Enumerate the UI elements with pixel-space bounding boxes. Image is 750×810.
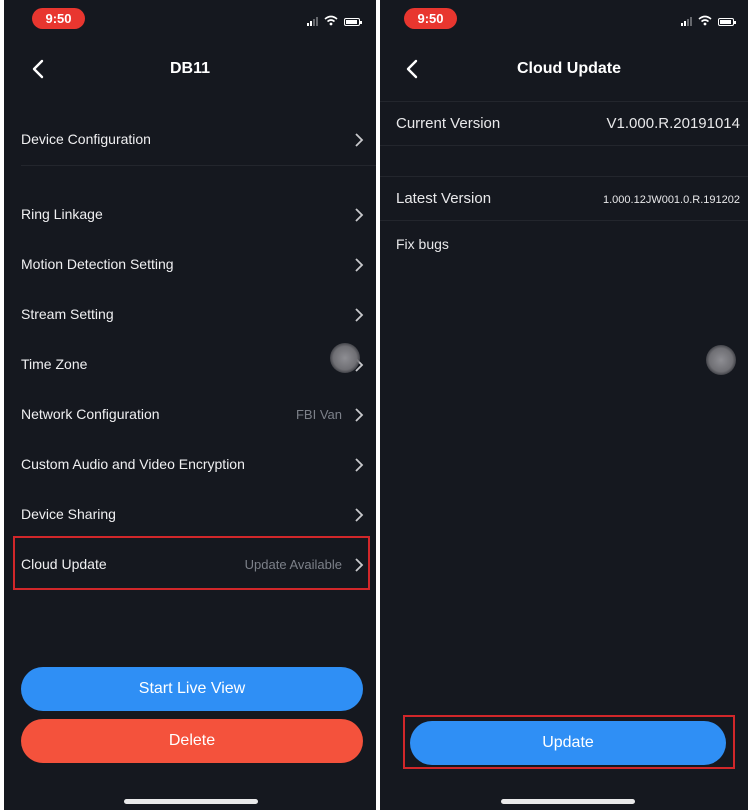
divider <box>21 165 376 166</box>
release-notes: Fix bugs <box>396 236 449 252</box>
touch-indicator <box>330 343 360 373</box>
latest-version-value: 1.000.12JW001.0.R.191202 <box>603 194 740 206</box>
menu-item-label: Network Configuration <box>21 406 160 422</box>
latest-version-row: Latest Version 1.000.12JW001.0.R.191202 <box>380 176 748 220</box>
battery-icon <box>718 18 736 26</box>
status-icons <box>681 12 736 26</box>
chevron-right-icon <box>355 258 364 272</box>
nav-bar: DB11 <box>4 50 376 90</box>
menu-item-time-zone[interactable]: Time Zone <box>4 340 376 390</box>
wifi-icon <box>698 15 712 26</box>
menu-item-device-sharing[interactable]: Device Sharing <box>4 490 376 540</box>
chevron-right-icon <box>355 408 364 422</box>
latest-version-label: Latest Version <box>396 190 492 207</box>
page-title: DB11 <box>169 60 211 77</box>
status-time: 9:50 <box>404 8 457 29</box>
signal-icon <box>681 16 692 26</box>
chevron-right-icon <box>355 133 364 147</box>
home-indicator[interactable] <box>124 799 258 804</box>
menu-item-custom-encryption[interactable]: Custom Audio and Video Encryption <box>4 440 376 490</box>
device-settings-screen: 9:50 DB11 Device Configuration Ring Link… <box>4 0 376 810</box>
menu-item-label: Motion Detection Setting <box>21 256 174 272</box>
delete-button[interactable]: Delete <box>21 719 363 763</box>
battery-icon <box>344 18 362 26</box>
wifi-icon <box>324 15 338 26</box>
cloud-update-highlight-box <box>13 536 370 590</box>
menu-item-label: Time Zone <box>21 356 88 372</box>
touch-indicator <box>706 345 736 375</box>
menu-item-device-configuration[interactable]: Device Configuration <box>4 115 376 165</box>
chevron-right-icon <box>355 308 364 322</box>
menu-item-network-configuration[interactable]: Network Configuration FBI Van <box>4 390 376 440</box>
chevron-right-icon <box>355 508 364 522</box>
page-title: Cloud Update <box>517 60 621 77</box>
menu-item-label: Device Configuration <box>21 131 151 147</box>
nav-bar: Cloud Update <box>380 50 748 90</box>
signal-icon <box>307 16 318 26</box>
menu-item-label: Ring Linkage <box>21 206 103 222</box>
home-indicator[interactable] <box>501 799 635 804</box>
current-version-label: Current Version <box>396 115 501 132</box>
cloud-update-screen: 9:50 Cloud Update Current Version V1.000… <box>380 0 748 810</box>
divider <box>380 220 748 221</box>
menu-item-ring-linkage[interactable]: Ring Linkage <box>4 190 376 240</box>
menu-item-label: Stream Setting <box>21 306 114 322</box>
current-version-value: V1.000.R.20191014 <box>606 115 740 132</box>
divider <box>380 145 748 146</box>
network-name-value: FBI Van <box>295 407 342 422</box>
menu-item-label: Custom Audio and Video Encryption <box>21 456 245 472</box>
start-live-view-button[interactable]: Start Live View <box>21 667 363 711</box>
status-icons <box>307 12 362 26</box>
chevron-right-icon <box>355 208 364 222</box>
menu-item-motion-detection[interactable]: Motion Detection Setting <box>4 240 376 290</box>
menu-item-stream-setting[interactable]: Stream Setting <box>4 290 376 340</box>
chevron-right-icon <box>355 458 364 472</box>
menu-item-label: Device Sharing <box>21 506 116 522</box>
status-time: 9:50 <box>32 8 85 29</box>
current-version-row: Current Version V1.000.R.20191014 <box>380 101 748 145</box>
update-button[interactable]: Update <box>410 721 726 765</box>
